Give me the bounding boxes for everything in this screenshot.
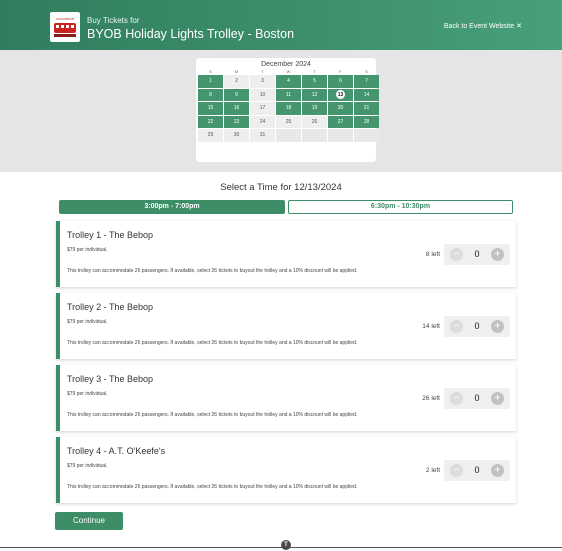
tickets-left: 8 left xyxy=(425,251,440,258)
trolley-card-3: Trolley 3 - The Bebop $79 per individual… xyxy=(56,365,516,431)
calendar-day[interactable]: 23 xyxy=(224,115,249,128)
trolley-price: $79 per individual. xyxy=(67,463,108,469)
calendar-day[interactable]: 28 xyxy=(354,115,379,128)
quantity-stepper: − 0 + xyxy=(444,316,510,337)
trolley-description: This trolley can accommodate 26 passenge… xyxy=(67,484,358,490)
increment-button[interactable]: + xyxy=(491,392,504,405)
calendar-day[interactable]: 19 xyxy=(302,102,327,115)
decrement-button[interactable]: − xyxy=(450,464,463,477)
trolley-price: $79 per individual. xyxy=(67,319,108,325)
tickets-left: 2 left xyxy=(425,467,440,474)
calendar-day[interactable]: 27 xyxy=(328,115,353,128)
calendar-day[interactable]: 12 xyxy=(302,88,327,101)
tickets-left: 14 left xyxy=(422,323,440,330)
buy-tickets-label: Buy Tickets for xyxy=(87,16,140,25)
decrement-button[interactable]: − xyxy=(450,320,463,333)
event-title: BYOB Holiday Lights Trolley - Boston xyxy=(87,27,295,41)
calendar-day: 29 xyxy=(198,129,223,142)
trolley-card-1: Trolley 1 - The Bebop $79 per individual… xyxy=(56,221,516,287)
trolley-icon xyxy=(54,23,76,33)
trolley-title: Trolley 2 - The Bebop xyxy=(67,302,154,312)
calendar-day: 24 xyxy=(250,115,275,128)
calendar-day[interactable]: 9 xyxy=(224,88,249,101)
quantity-value[interactable]: 0 xyxy=(467,320,487,333)
calendar-day[interactable]: 15 xyxy=(198,102,223,115)
calendar-grid: 1 2 3 4 5 6 7 8 9 10 11 12 13 14 15 16 17 18 19 20 21 22 23 24 2… xyxy=(198,75,379,142)
calendar-day[interactable]: 18 xyxy=(276,102,301,115)
logo-base xyxy=(54,34,76,37)
trolley-title: Trolley 1 - The Bebop xyxy=(67,230,154,240)
increment-button[interactable]: + xyxy=(491,320,504,333)
increment-button[interactable]: + xyxy=(491,464,504,477)
trolley-price: $79 per individual. xyxy=(67,247,108,253)
calendar-day[interactable]: 20 xyxy=(328,102,353,115)
calendar-empty-cell xyxy=(328,129,353,142)
time-slot-tab-2[interactable]: 6:30pm - 10:30pm xyxy=(288,200,513,214)
calendar-day[interactable]: 4 xyxy=(276,75,301,88)
trolley-title: Trolley 4 - A.T. O'Keefe's xyxy=(67,446,166,456)
trolley-description: This trolley can accommodate 26 passenge… xyxy=(67,340,358,346)
trolley-description: This trolley can accommodate 26 passenge… xyxy=(67,268,358,274)
app-header: SUBURBAN Buy Tickets for BYOB Holiday Li… xyxy=(0,0,562,50)
trolley-card-2: Trolley 2 - The Bebop $79 per individual… xyxy=(56,293,516,359)
quantity-stepper: − 0 + xyxy=(444,460,510,481)
back-to-event-link[interactable]: Back to Event Website ✕ xyxy=(444,22,522,30)
quantity-value[interactable]: 0 xyxy=(467,464,487,477)
calendar-month-label: December 2024 xyxy=(261,61,311,68)
quantity-value[interactable]: 0 xyxy=(467,248,487,261)
calendar-day[interactable]: 8 xyxy=(198,88,223,101)
calendar-day: 30 xyxy=(224,129,249,142)
calendar-day[interactable]: 22 xyxy=(198,115,223,128)
calendar-empty-cell xyxy=(354,129,379,142)
calendar-day: 17 xyxy=(250,102,275,115)
calendar-day[interactable]: 6 xyxy=(328,75,353,88)
footer-logo-icon[interactable]: T xyxy=(281,540,291,550)
decrement-button[interactable]: − xyxy=(450,392,463,405)
decrement-button[interactable]: − xyxy=(450,248,463,261)
select-time-heading: Select a Time for 12/13/2024 xyxy=(220,182,342,193)
calendar: December 2024 SMTWTFS 1 2 3 4 5 6 7 8 9 10 11 12 13 1… xyxy=(196,58,379,162)
time-slot-tab-1[interactable]: 3:00pm - 7:00pm xyxy=(59,200,285,214)
calendar-day[interactable]: 5 xyxy=(302,75,327,88)
trolley-card-4: Trolley 4 - A.T. O'Keefe's $79 per indiv… xyxy=(56,437,516,503)
trolley-price: $79 per individual. xyxy=(67,391,108,397)
tickets-left: 26 left xyxy=(422,395,440,402)
calendar-day: 31 xyxy=(250,129,275,142)
selected-day-marker: 13 xyxy=(336,90,345,100)
logo-text: SUBURBAN xyxy=(55,17,75,21)
continue-button[interactable]: Continue xyxy=(55,512,123,530)
calendar-day[interactable]: 16 xyxy=(224,102,249,115)
calendar-day[interactable]: 21 xyxy=(354,102,379,115)
trolley-title: Trolley 3 - The Bebop xyxy=(67,374,154,384)
quantity-stepper: − 0 + xyxy=(444,388,510,409)
calendar-day: 2 xyxy=(224,75,249,88)
quantity-value[interactable]: 0 xyxy=(467,392,487,405)
calendar-day[interactable]: 14 xyxy=(354,88,379,101)
calendar-day[interactable]: 7 xyxy=(354,75,379,88)
trolley-description: This trolley can accommodate 26 passenge… xyxy=(67,412,358,418)
increment-button[interactable]: + xyxy=(491,248,504,261)
calendar-day: 26 xyxy=(302,115,327,128)
company-logo: SUBURBAN xyxy=(50,12,80,42)
calendar-day[interactable]: 11 xyxy=(276,88,301,101)
quantity-stepper: − 0 + xyxy=(444,244,510,265)
calendar-empty-cell xyxy=(302,129,327,142)
calendar-day-selected[interactable]: 13 xyxy=(328,88,353,101)
calendar-day: 3 xyxy=(250,75,275,88)
calendar-day: 10 xyxy=(250,88,275,101)
calendar-day[interactable]: 1 xyxy=(198,75,223,88)
calendar-day: 25 xyxy=(276,115,301,128)
calendar-empty-cell xyxy=(276,129,301,142)
